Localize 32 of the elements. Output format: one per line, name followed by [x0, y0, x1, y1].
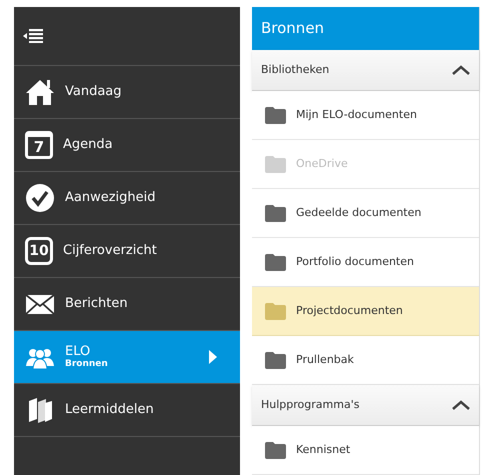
chevron-up-icon	[452, 400, 470, 410]
folder-item[interactable]: Projectdocumenten	[252, 287, 479, 336]
nav-label: ELO	[65, 344, 92, 359]
nav-item[interactable]: 7 Agenda	[14, 119, 240, 172]
folder-icon	[265, 204, 286, 222]
nav-label: Vandaag	[65, 83, 123, 102]
calendar-icon: 7	[25, 131, 53, 159]
folder-icon	[265, 352, 286, 368]
nav-label: Leermiddelen	[65, 401, 155, 420]
checkmark-circle-icon	[25, 183, 55, 213]
nav-item[interactable]: Vandaag	[14, 66, 240, 119]
panel-title: Bronnen	[261, 18, 324, 40]
nav-item[interactable]: Aanwezigheid	[14, 172, 240, 225]
caret-icon	[209, 350, 217, 364]
nav-label: Berichten	[65, 295, 129, 314]
nav-item[interactable]: Leermiddelen	[14, 384, 240, 437]
nav-label: Agenda	[63, 136, 114, 154]
folder-icon	[265, 254, 286, 270]
chevron-up-icon	[452, 65, 470, 75]
folder-icon	[265, 156, 286, 172]
section-header[interactable]: Hulpprogramma's	[252, 385, 479, 426]
folder-icon	[265, 106, 286, 124]
folder-icon	[265, 442, 286, 458]
nav-item[interactable]: 10 Cijferoverzicht	[14, 225, 240, 278]
grade-icon: 10	[25, 237, 53, 265]
house-icon	[25, 77, 55, 107]
section-header[interactable]: Bibliotheken	[252, 50, 479, 91]
collapse-menu-icon[interactable]	[23, 29, 43, 43]
nav-label: Aanwezigheid	[65, 189, 157, 208]
folder-icon	[265, 302, 286, 320]
nav-sublabel: Bronnen	[65, 359, 109, 370]
nav-label: Cijferoverzicht	[63, 242, 158, 260]
